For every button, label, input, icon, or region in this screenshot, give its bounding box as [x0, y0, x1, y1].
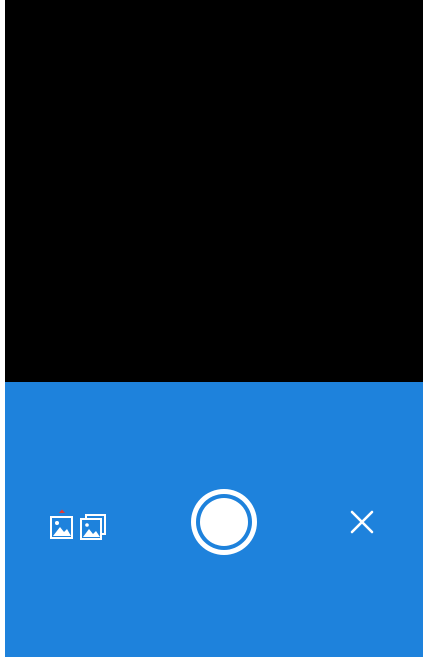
new-indicator-dot	[59, 509, 65, 513]
shutter-button[interactable]	[191, 489, 257, 555]
single-image-button[interactable]	[49, 508, 75, 540]
gallery-controls	[49, 508, 107, 540]
shutter-core	[200, 498, 248, 546]
shutter-ring	[196, 494, 252, 550]
images-stack-icon	[80, 514, 106, 540]
image-icon	[50, 509, 73, 539]
multi-image-button[interactable]	[79, 514, 107, 540]
close-button[interactable]	[349, 509, 375, 535]
camera-viewfinder	[5, 0, 423, 382]
camera-screen	[0, 0, 423, 657]
close-icon	[350, 510, 374, 534]
